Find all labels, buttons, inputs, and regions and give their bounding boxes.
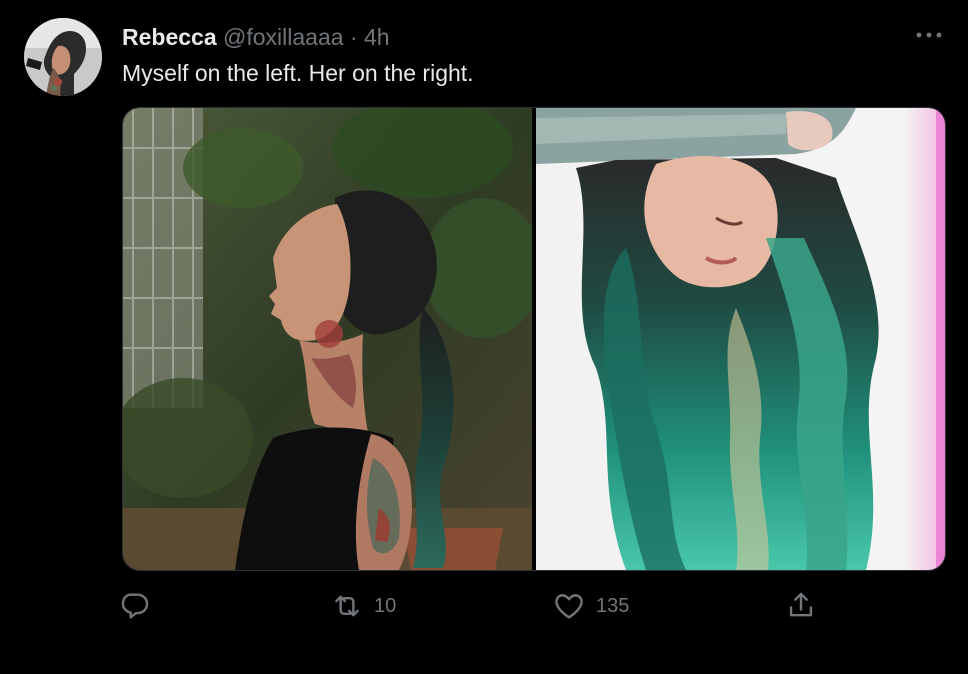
- author-handle[interactable]: @foxillaaaa: [223, 24, 344, 50]
- more-button[interactable]: [914, 20, 944, 50]
- like-count: 135: [596, 594, 630, 617]
- more-icon: [916, 32, 942, 38]
- tweet-text: Myself on the left. Her on the right.: [122, 60, 474, 86]
- retweet-icon: [335, 595, 359, 617]
- photo-left[interactable]: [123, 108, 532, 570]
- avatar-image: [24, 18, 102, 96]
- heart-icon: [555, 594, 583, 619]
- avatar[interactable]: [24, 18, 102, 96]
- photo-left-image: [123, 108, 532, 570]
- photo-right-image: [536, 108, 945, 570]
- separator-dot: ·: [349, 24, 358, 50]
- share-button[interactable]: [784, 588, 818, 624]
- like-button[interactable]: 135: [552, 588, 629, 624]
- action-bar: 10 135: [118, 588, 828, 624]
- timestamp[interactable]: 4h: [364, 24, 390, 50]
- tweet[interactable]: Rebecca @foxillaaaa · 4h Myself on the l…: [0, 0, 968, 674]
- tweet-header: Rebecca @foxillaaaa · 4h: [122, 22, 390, 52]
- retweet-count: 10: [374, 594, 397, 617]
- share-icon: [789, 592, 813, 617]
- reply-button[interactable]: [118, 588, 152, 624]
- photo-right[interactable]: [536, 108, 945, 570]
- retweet-button[interactable]: 10: [330, 588, 396, 624]
- media-grid: [122, 107, 946, 571]
- author-name[interactable]: Rebecca: [122, 24, 217, 50]
- reply-icon: [121, 593, 149, 619]
